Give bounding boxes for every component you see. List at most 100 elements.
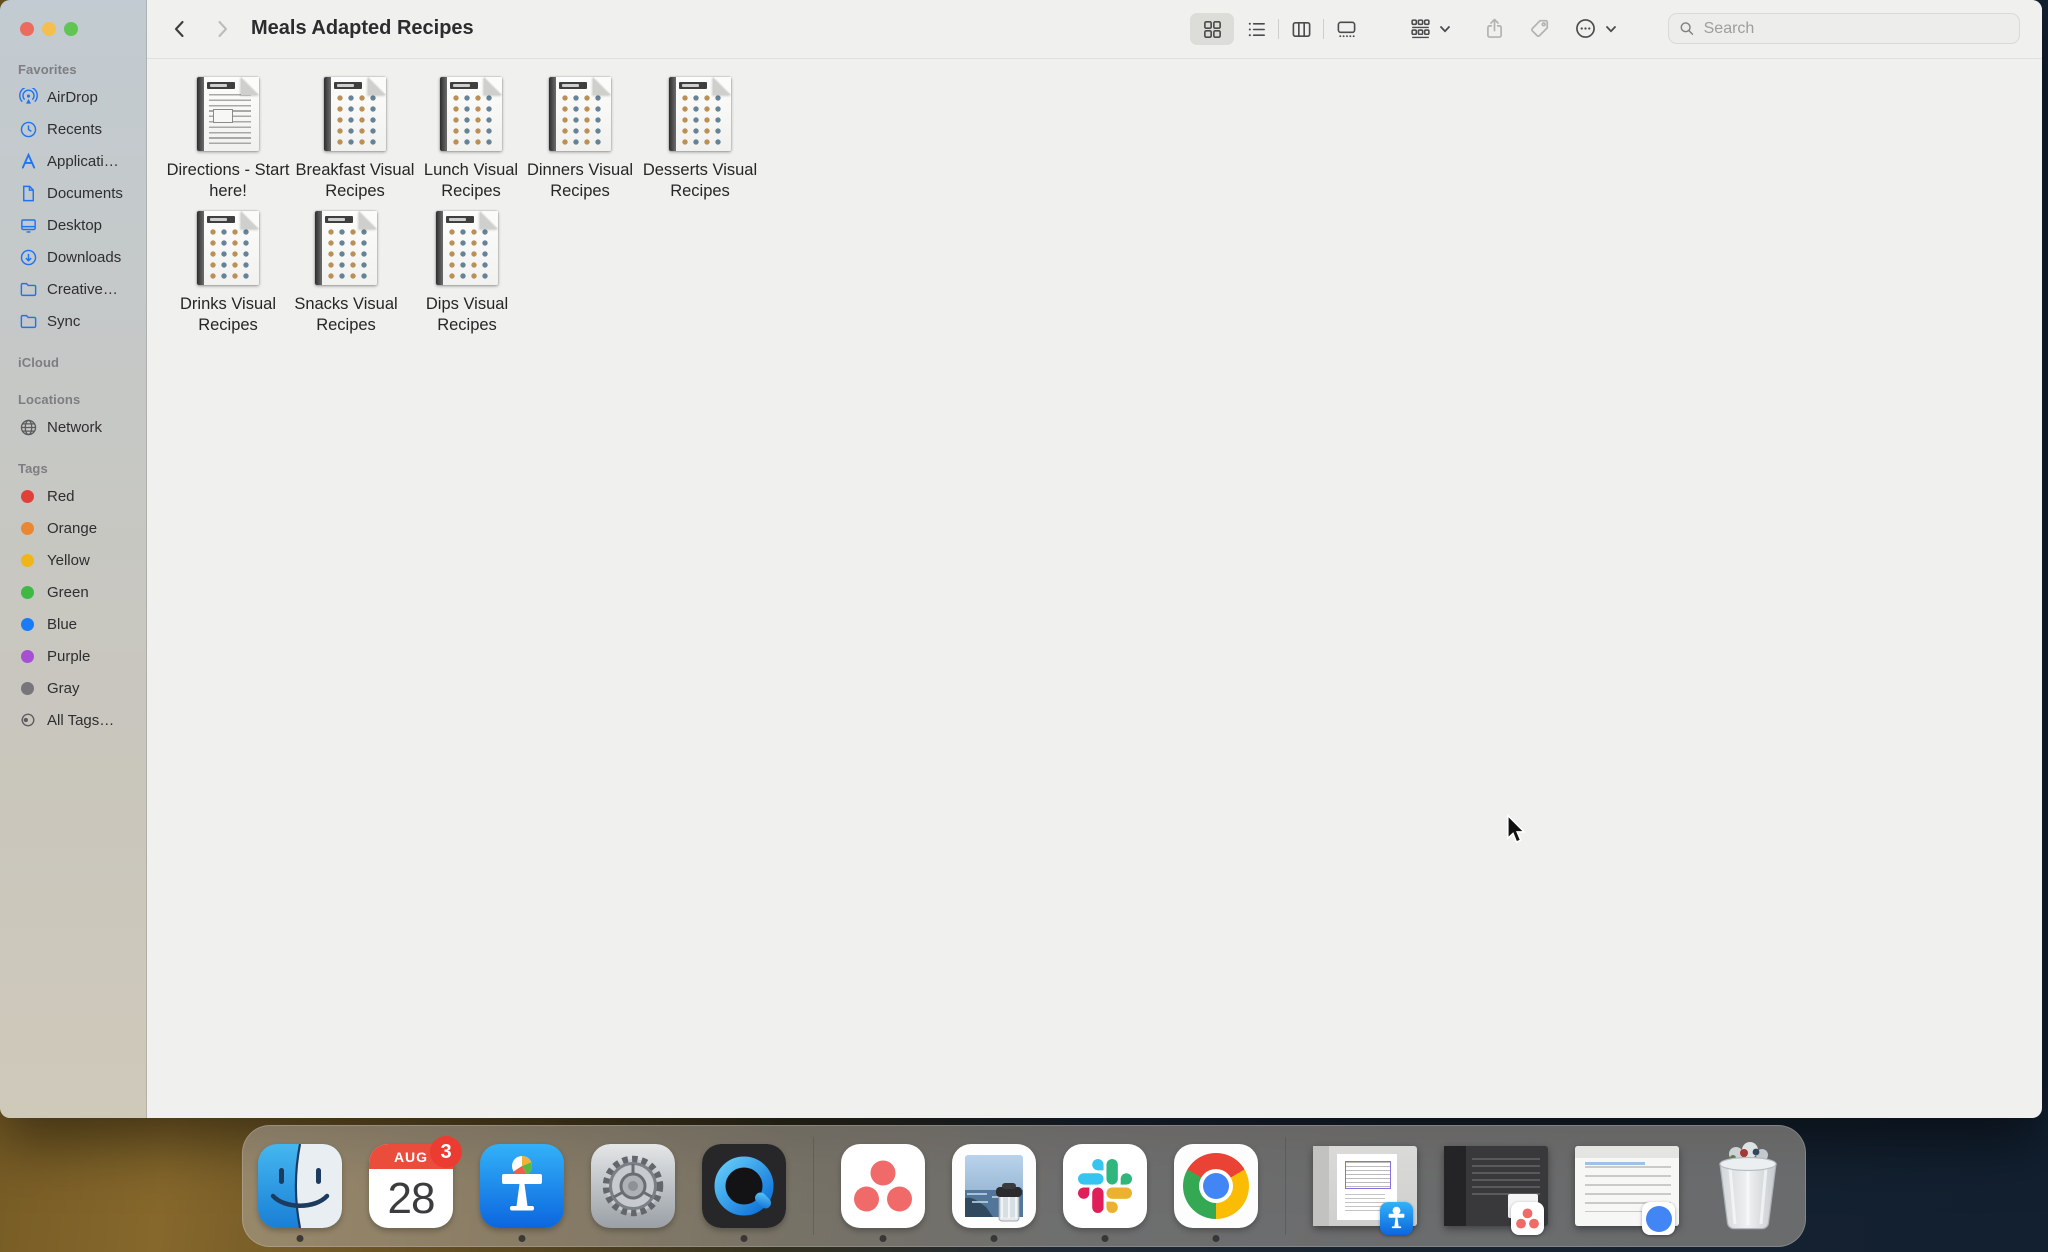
sidebar-item-network[interactable]: Network [8,411,138,443]
keynote-badge-icon [1380,1202,1413,1235]
document-thumbnail [669,77,731,151]
sidebar-item-sync[interactable]: Sync [8,305,138,337]
chrome-icon [1174,1144,1258,1228]
dock-minimized-asana-window[interactable] [1444,1146,1548,1226]
sidebar-item-recents[interactable]: Recents [8,113,138,145]
sidebar-item-documents[interactable]: Documents [8,177,138,209]
file-snacks-visual-recipes[interactable]: Snacks Visual Recipes [286,211,406,336]
preview-icon [952,1144,1036,1228]
tag-label: Red [47,488,75,505]
forward-button[interactable] [211,18,233,40]
window-thumbnail-toolbar [1575,1146,1679,1158]
zoom-button[interactable] [64,22,78,36]
file-desserts-visual-recipes[interactable]: Desserts Visual Recipes [640,77,760,202]
dock-chrome[interactable] [1174,1144,1258,1228]
file-name: Lunch Visual Recipes [411,160,531,202]
running-indicator [519,1235,526,1242]
sidebar-section-tags: Tags [8,455,138,480]
window-thumbnail-sidebar [1313,1146,1329,1226]
mouse-cursor [1501,813,1527,850]
document-thumbnail [324,77,386,151]
icon-view-button[interactable] [1190,13,1234,45]
settings-gear-icon [591,1144,675,1228]
chevron-down-icon [1438,22,1452,36]
list-view-button[interactable] [1234,13,1278,45]
tag-label: Orange [47,520,97,537]
dock-quicktime[interactable] [702,1144,786,1228]
window-thumbnail-band [1585,1162,1645,1165]
dock-calendar[interactable]: AUG 28 3 [369,1144,453,1228]
file-directions-start-here[interactable]: Directions - Start here! [153,77,303,202]
running-indicator [880,1235,887,1242]
file-name: Snacks Visual Recipes [286,294,406,336]
folder-icon [18,279,38,299]
toolbar: Meals Adapted Recipes [147,0,2042,59]
search-field[interactable] [1668,13,2020,44]
close-button[interactable] [20,22,34,36]
running-indicator [991,1235,998,1242]
window-title: Meals Adapted Recipes [251,17,474,40]
file-dips-visual-recipes[interactable]: Dips Visual Recipes [407,211,527,336]
sidebar-tag-orange[interactable]: Orange [8,512,138,544]
file-drinks-visual-recipes[interactable]: Drinks Visual Recipes [168,211,288,336]
tag-label: Blue [47,616,77,633]
sidebar-tag-green[interactable]: Green [8,576,138,608]
sidebar-tag-purple[interactable]: Purple [8,640,138,672]
document-thumbnail [436,211,498,285]
sidebar-item-all-tags[interactable]: All Tags… [8,704,138,736]
dock-divider [1285,1137,1286,1235]
sidebar-tag-red[interactable]: Red [8,480,138,512]
dock-trash[interactable] [1706,1144,1790,1228]
sidebar-tag-yellow[interactable]: Yellow [8,544,138,576]
sidebar-tag-gray[interactable]: Gray [8,672,138,704]
more-options-button[interactable] [1574,17,1618,40]
calendar-icon: AUG 28 3 [369,1144,453,1228]
window-thumbnail-rows [1472,1158,1540,1198]
file-name: Dinners Visual Recipes [520,160,640,202]
asana-icon [841,1144,925,1228]
dock-system-settings[interactable] [591,1144,675,1228]
dock-slack[interactable] [1063,1144,1147,1228]
gallery-view-button[interactable] [1324,13,1368,45]
window-controls [20,22,78,36]
group-by-button[interactable] [1409,17,1452,40]
dock: AUG 28 3 [242,1125,1806,1247]
file-name: Drinks Visual Recipes [168,294,288,336]
column-view-button[interactable] [1279,13,1323,45]
dock-finder[interactable] [258,1144,342,1228]
sidebar-item-airdrop[interactable]: AirDrop [8,81,138,113]
sidebar-item-applications[interactable]: Applicati… [8,145,138,177]
file-name: Breakfast Visual Recipes [295,160,415,202]
sidebar-item-label: All Tags… [47,712,114,729]
red-tag-icon [21,490,34,503]
finder-icon [258,1144,342,1228]
sidebar-item-creative[interactable]: Creative… [8,273,138,305]
dock-minimized-keynote-window[interactable] [1313,1146,1417,1226]
search-input[interactable] [1702,19,2009,39]
sidebar-item-downloads[interactable]: Downloads [8,241,138,273]
chrome-badge-icon [1642,1202,1675,1235]
all-tags-icon [18,710,38,730]
tag-button[interactable] [1528,17,1551,40]
file-dinners-visual-recipes[interactable]: Dinners Visual Recipes [520,77,640,202]
keynote-icon [480,1144,564,1228]
minimize-button[interactable] [42,22,56,36]
dock-keynote[interactable] [480,1144,564,1228]
dock-minimized-chrome-window[interactable] [1575,1146,1679,1226]
file-breakfast-visual-recipes[interactable]: Breakfast Visual Recipes [295,77,415,202]
desktop: { "window": { "title": "Meals Adapted Re… [0,0,2048,1252]
sidebar-tag-blue[interactable]: Blue [8,608,138,640]
file-lunch-visual-recipes[interactable]: Lunch Visual Recipes [411,77,531,202]
back-button[interactable] [169,18,191,40]
share-button[interactable] [1483,17,1506,40]
trash-icon [1706,1140,1790,1232]
finder-window: Favorites AirDrop Recents [0,0,2042,1118]
dock-asana[interactable] [841,1144,925,1228]
document-thumbnail [315,211,377,285]
globe-icon [18,417,38,437]
sidebar-item-label: Creative… [47,281,118,298]
sidebar-item-desktop[interactable]: Desktop [8,209,138,241]
tag-label: Green [47,584,89,601]
green-tag-icon [21,586,34,599]
dock-preview[interactable] [952,1144,1036,1228]
